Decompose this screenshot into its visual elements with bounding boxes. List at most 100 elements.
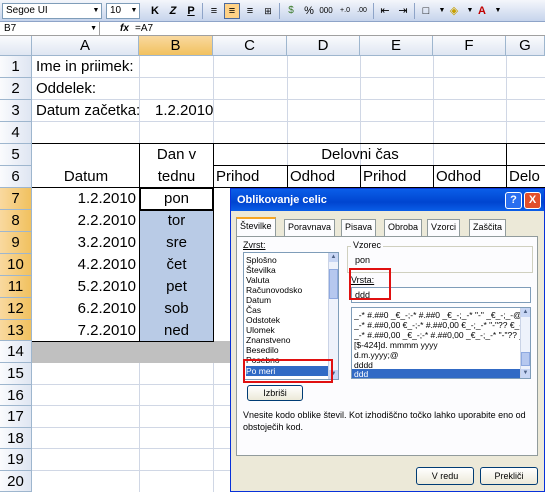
list-item[interactable]: Odstotek	[246, 315, 280, 325]
day-cell[interactable]: ned	[140, 320, 213, 342]
cell-a1[interactable]: Ime in priimek:	[36, 56, 134, 78]
list-item[interactable]: Čas	[246, 305, 261, 315]
row-header[interactable]: 12	[0, 298, 32, 320]
borders-icon[interactable]: □	[418, 3, 434, 19]
day-cell[interactable]: pet	[140, 276, 213, 298]
row-header[interactable]: 17	[0, 406, 32, 428]
list-item[interactable]: Številka	[246, 265, 276, 275]
row-header[interactable]: 3	[0, 100, 32, 122]
chevron-down-icon[interactable]: ▼	[490, 3, 506, 19]
day-cell[interactable]: čet	[140, 254, 213, 276]
cell-c6[interactable]: Prihod	[216, 166, 259, 188]
date-cell[interactable]: 6.2.2010	[33, 298, 136, 320]
align-right-icon[interactable]: ≡	[242, 3, 258, 19]
row-header[interactable]: 4	[0, 122, 32, 144]
column-header[interactable]: D	[287, 36, 360, 56]
list-item[interactable]: Valuta	[246, 275, 269, 285]
help-button[interactable]: ?	[505, 192, 522, 209]
row-header[interactable]: 18	[0, 428, 32, 449]
delete-button[interactable]: Izbriši	[247, 385, 303, 401]
scroll-thumb[interactable]	[521, 352, 530, 366]
merge-center-icon[interactable]: ⊞	[260, 3, 276, 19]
outdent-icon[interactable]: ⇤	[377, 3, 393, 19]
cell-d6[interactable]: Odhod	[290, 166, 335, 188]
row-header[interactable]: 2	[0, 78, 32, 100]
date-cell[interactable]: 2.2.2010	[33, 210, 136, 232]
list-item[interactable]: Ulomek	[246, 325, 275, 335]
cell-a2[interactable]: Oddelek:	[36, 78, 96, 100]
cell-a6[interactable]: Datum	[33, 166, 139, 188]
align-center-icon[interactable]: ≡	[224, 3, 240, 19]
dialog-title[interactable]: Oblikovanje celic	[231, 189, 544, 211]
name-box[interactable]: B7 ▼	[0, 22, 100, 35]
list-item[interactable]: Računovodsko	[246, 285, 302, 295]
scroll-down-icon[interactable]: ▼	[521, 369, 530, 378]
cell-f6[interactable]: Odhod	[436, 166, 481, 188]
ok-button[interactable]: V redu	[416, 467, 474, 485]
align-left-icon[interactable]: ≡	[206, 3, 222, 19]
cancel-button[interactable]: Prekliči	[480, 467, 538, 485]
list-item[interactable]: [$-424]d. mmmm yyyy	[354, 340, 522, 350]
tab-poravnava[interactable]: Poravnava	[284, 219, 336, 236]
chevron-down-icon[interactable]: ▼	[90, 22, 97, 35]
tab-vzorci[interactable]: Vzorci	[427, 219, 461, 236]
list-item[interactable]: _-* #.##0,00 €_-;-* #.##0,00 €_-;_-* "-"…	[354, 320, 522, 330]
select-all-corner[interactable]	[0, 36, 32, 56]
row-header[interactable]: 7	[0, 188, 32, 210]
date-cell[interactable]: 7.2.2010	[33, 320, 136, 342]
cell-b6[interactable]: tednu	[140, 166, 213, 188]
row-header[interactable]: 1	[0, 56, 32, 78]
formula-input[interactable]: =A7	[135, 22, 153, 35]
scroll-up-icon[interactable]: ▲	[521, 308, 530, 317]
date-cell[interactable]: 5.2.2010	[33, 276, 136, 298]
row-header[interactable]: 8	[0, 210, 32, 232]
chevron-down-icon[interactable]: ▼	[91, 4, 101, 18]
increase-decimal-icon[interactable]: +.0	[337, 3, 353, 19]
list-item[interactable]: Datum	[246, 295, 271, 305]
format-code-listbox[interactable]: _-* #.##0 _€_-;-* #.##0 _€_-;_-* "-" _€_…	[351, 307, 531, 379]
scroll-thumb[interactable]	[329, 269, 338, 299]
cell-a3[interactable]: Datum začetka:	[36, 100, 140, 122]
row-header[interactable]: 15	[0, 363, 32, 385]
italic-button[interactable]: Z	[165, 3, 181, 19]
column-header[interactable]: G	[506, 36, 545, 56]
indent-icon[interactable]: ⇥	[395, 3, 411, 19]
tab-pisava[interactable]: Pisava	[341, 219, 377, 236]
underline-button[interactable]: P	[183, 3, 199, 19]
tab-zascita[interactable]: Zaščita	[469, 219, 507, 236]
thousands-button[interactable]: 000	[318, 3, 334, 19]
row-header[interactable]: 13	[0, 320, 32, 341]
decrease-decimal-icon[interactable]: .00	[354, 3, 370, 19]
currency-icon[interactable]: $	[283, 3, 299, 19]
column-header[interactable]: C	[213, 36, 287, 56]
font-size-combo[interactable]: 10 ▼	[106, 3, 140, 19]
fill-color-icon[interactable]: ◈	[446, 3, 462, 19]
cell-delovni-cas[interactable]: Delovni čas	[214, 144, 506, 166]
list-item[interactable]: Besedilo	[246, 345, 279, 355]
row-header[interactable]: 9	[0, 232, 32, 254]
column-header[interactable]: F	[433, 36, 506, 56]
cell-e6[interactable]: Prihod	[363, 166, 406, 188]
font-color-icon[interactable]: A	[474, 3, 490, 19]
column-header[interactable]: E	[360, 36, 433, 56]
list-item[interactable]: d.m.yyyy;@	[354, 350, 522, 360]
font-name-combo[interactable]: Segoe UI ▼	[2, 3, 102, 19]
row-header[interactable]: 11	[0, 276, 32, 298]
tab-stevilke[interactable]: Številke	[236, 217, 276, 237]
close-button[interactable]: X	[524, 192, 541, 209]
cell-b3[interactable]: 1.2.2010	[155, 100, 213, 122]
scroll-up-icon[interactable]: ▲	[329, 253, 338, 262]
cell-g6[interactable]: Delo	[509, 166, 540, 188]
list-item[interactable]: _-* #.##0,00 _€_-;-* #.##0,00 _€_-;_-* "…	[354, 330, 522, 340]
day-cell[interactable]: sre	[140, 232, 213, 254]
date-cell[interactable]: 3.2.2010	[33, 232, 136, 254]
format-scrollbar[interactable]: ▲ ▼	[520, 308, 530, 378]
day-cell[interactable]: sob	[140, 298, 213, 320]
bold-button[interactable]: K	[147, 3, 163, 19]
tab-obroba[interactable]: Obroba	[384, 219, 423, 236]
row-header[interactable]: 16	[0, 385, 32, 406]
day-cell[interactable]: tor	[140, 210, 213, 232]
list-item-selected[interactable]: ddd	[352, 369, 520, 378]
row-header[interactable]: 14	[0, 341, 32, 363]
row-header[interactable]: 5	[0, 144, 32, 166]
